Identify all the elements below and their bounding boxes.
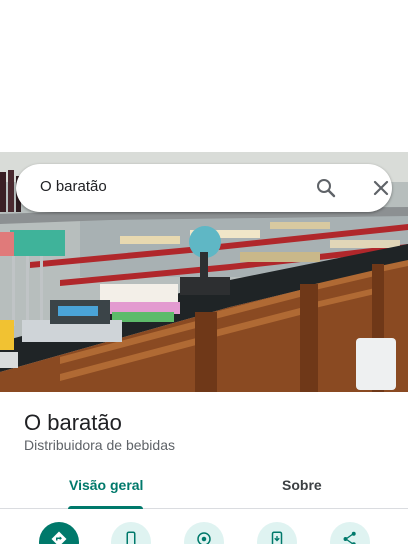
tab-bar: Visão geral Sobre — [0, 468, 408, 509]
tab-about[interactable]: Sobre — [282, 477, 322, 493]
call-icon — [126, 531, 136, 544]
place-title: O baratão — [24, 410, 122, 435]
save-to-phone-button[interactable] — [257, 522, 297, 544]
close-icon[interactable] — [369, 176, 393, 200]
search-bar[interactable]: O baratão — [16, 164, 392, 212]
search-icon[interactable] — [314, 176, 338, 200]
call-button[interactable] — [111, 522, 151, 544]
action-buttons-row — [0, 522, 408, 544]
share-button[interactable] — [330, 522, 370, 544]
search-input[interactable]: O baratão — [40, 178, 107, 195]
directions-icon — [51, 531, 67, 544]
save-to-phone-icon — [271, 531, 283, 544]
directions-button[interactable] — [39, 522, 79, 544]
selected-tab-indicator — [68, 506, 143, 509]
share-icon — [343, 531, 356, 544]
tab-overview[interactable]: Visão geral — [69, 477, 143, 493]
nearby-button[interactable] — [184, 522, 224, 544]
place-category[interactable]: Distribuidora de bebidas — [24, 437, 175, 453]
nearby-icon — [197, 532, 211, 544]
blank-map-area — [0, 0, 408, 152]
